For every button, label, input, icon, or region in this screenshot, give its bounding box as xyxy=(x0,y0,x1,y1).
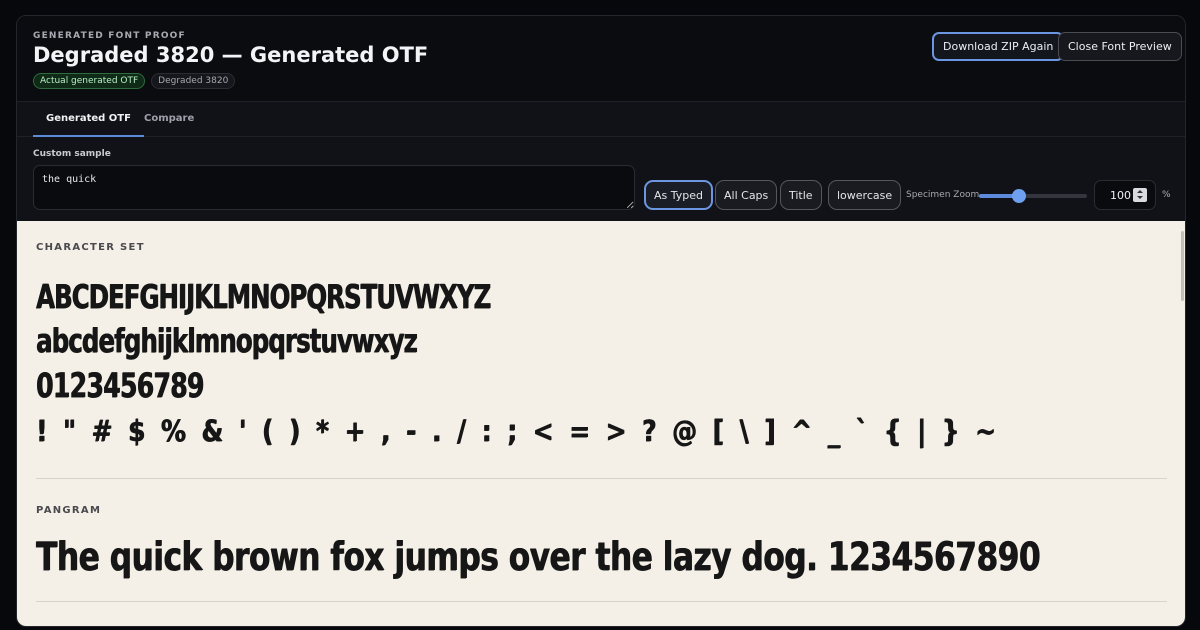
pangram-label: PANGRAM xyxy=(36,505,102,516)
symbol-glyphs: ! " # $ % & ' ( ) * + , - . / : ; < = > … xyxy=(36,414,1000,448)
zoom-spinner-icon[interactable] xyxy=(1133,188,1147,202)
specimen-scrollbar[interactable] xyxy=(1181,231,1184,301)
section-divider xyxy=(36,478,1167,479)
as-typed-button[interactable]: As Typed xyxy=(644,180,714,210)
font-preview-window: GENERATED FONT PROOF Degraded 3820 — Gen… xyxy=(16,15,1186,627)
sample-controls: Custom sample As Typed All Caps Title lo… xyxy=(17,137,1185,221)
specimen-area: CHARACTER SET ABCDEFGHIJKLMNOPQRSTUVWXYZ… xyxy=(17,221,1185,626)
digit-glyphs: 0123456789 xyxy=(36,366,204,406)
pangram-text: The quick brown fox jumps over the lazy … xyxy=(36,535,1041,580)
title-case-button[interactable]: Title xyxy=(780,180,822,210)
preview-header: GENERATED FONT PROOF Degraded 3820 — Gen… xyxy=(17,16,1185,102)
specimen-zoom-label: Specimen Zoom xyxy=(906,190,980,200)
lowercase-button[interactable]: lowercase xyxy=(828,180,902,210)
custom-sample-input[interactable] xyxy=(33,165,635,210)
uppercase-glyphs: ABCDEFGHIJKLMNOPQRSTUVWXYZ xyxy=(36,277,491,316)
tab-generated-otf[interactable]: Generated OTF xyxy=(33,102,144,137)
tab-bar: Generated OTF Compare xyxy=(17,102,1185,137)
download-zip-button[interactable]: Download ZIP Again xyxy=(932,32,1065,61)
font-name-badge: Degraded 3820 xyxy=(151,73,236,89)
section-divider xyxy=(36,601,1167,602)
lowercase-glyphs: abcdefghijklmnopqrstuvwxyz xyxy=(36,321,418,360)
page-title: Degraded 3820 — Generated OTF xyxy=(33,43,429,67)
zoom-slider-thumb[interactable] xyxy=(1011,189,1026,203)
tab-compare[interactable]: Compare xyxy=(144,102,194,137)
zoom-slider-track[interactable] xyxy=(979,194,1087,198)
all-caps-button[interactable]: All Caps xyxy=(715,180,778,210)
character-set-label: CHARACTER SET xyxy=(36,242,145,253)
custom-sample-label: Custom sample xyxy=(33,149,111,159)
badge-row: Actual generated OTF Degraded 3820 xyxy=(33,73,236,89)
zoom-unit-label: % xyxy=(1162,190,1171,200)
header-eyebrow: GENERATED FONT PROOF xyxy=(33,31,186,41)
generated-otf-badge: Actual generated OTF xyxy=(33,73,146,89)
close-preview-button[interactable]: Close Font Preview xyxy=(1058,32,1182,61)
